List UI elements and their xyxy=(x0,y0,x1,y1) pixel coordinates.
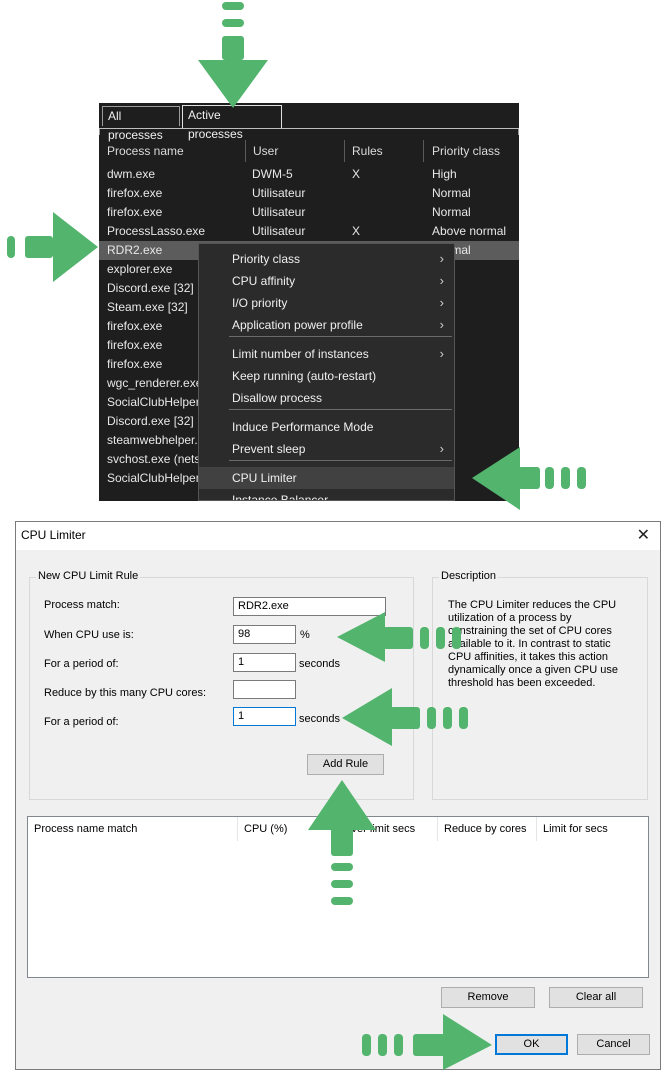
arrow-left-period-icon xyxy=(342,688,468,746)
arrow-down-tabs-icon xyxy=(198,2,268,108)
arrow-right-ok-icon xyxy=(362,1014,492,1070)
annotation-arrows xyxy=(7,2,586,1070)
arrow-right-process-icon xyxy=(7,212,98,282)
arrow-left-cpu-use-icon xyxy=(337,612,461,662)
arrow-up-add-rule-icon xyxy=(308,780,376,905)
arrow-left-cpu-limiter-icon xyxy=(472,447,586,510)
